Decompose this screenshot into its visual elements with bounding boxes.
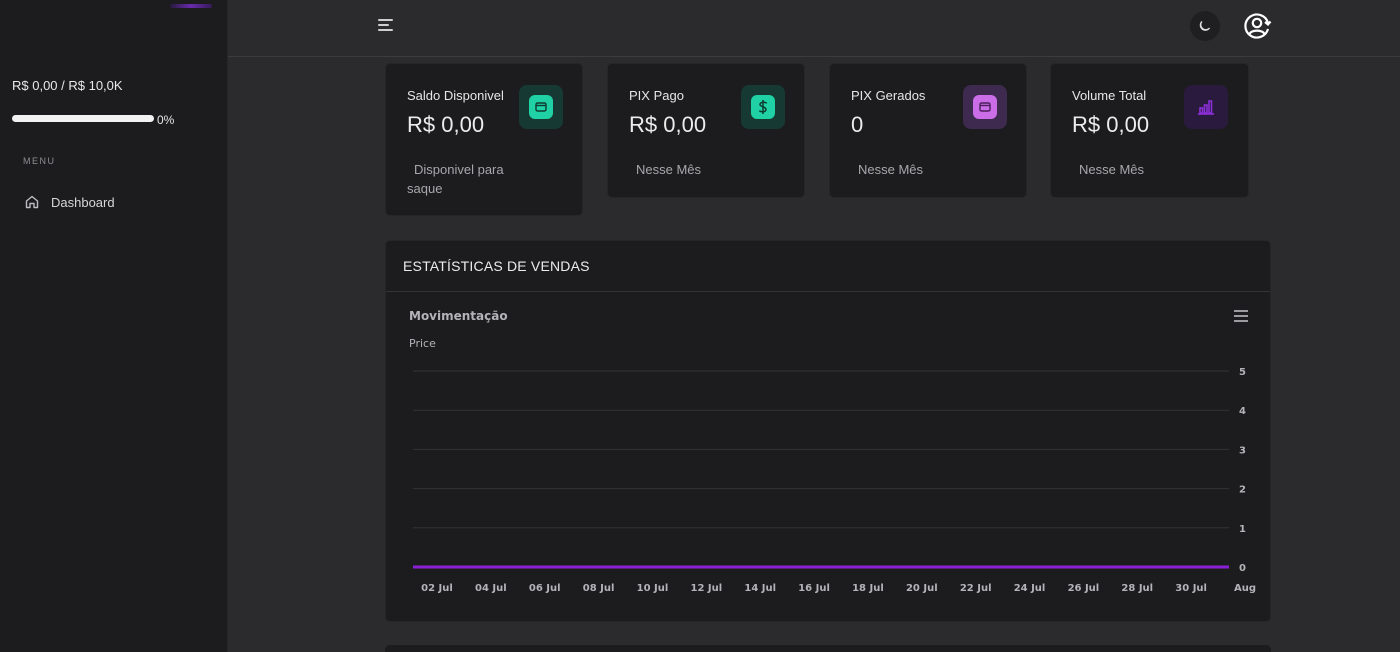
card-saldo-disponivel: Saldo Disponivel R$ 0,00 Disponivel para… [385, 63, 583, 216]
y-tick-label: 2 [1239, 485, 1246, 496]
card-subtitle: Disponivel para saque [407, 162, 504, 196]
menu-section-label: MENU [23, 156, 56, 166]
dollar-icon [751, 95, 775, 119]
user-menu-button[interactable] [1241, 10, 1273, 42]
card-volume-total: Volume Total R$ 0,00 Nesse Mês [1050, 63, 1249, 198]
sales-line-chart: Price 0 1 2 3 4 5 02 Jul 04 Jul 06 Jul 08 Jul 10 Ju… [409, 337, 1256, 594]
card-icon-box [741, 85, 785, 129]
theme-toggle-button[interactable] [1190, 11, 1220, 41]
x-tick-label: 22 Jul [960, 583, 992, 594]
home-icon [25, 195, 39, 209]
card-subtitle: Nesse Mês [636, 162, 702, 177]
card-title: PIX Pago [629, 88, 684, 103]
x-tick-label: 24 Jul [1014, 583, 1046, 594]
limit-progress-percent: 0% [157, 113, 175, 127]
panel-header: ESTATÍSTICAS DE VENDAS [386, 241, 1270, 292]
hamburger-icon[interactable] [378, 16, 396, 34]
card-icon-box [1184, 85, 1228, 129]
x-tick-label: 28 Jul [1121, 583, 1153, 594]
x-tick-label: 30 Jul [1175, 583, 1207, 594]
y-tick-label: 4 [1239, 406, 1246, 417]
x-tick-label: 10 Jul [637, 583, 669, 594]
next-panel [385, 645, 1271, 652]
card-pix-pago: PIX Pago R$ 0,00 Nesse Mês [607, 63, 805, 198]
x-tick-label: 18 Jul [852, 583, 884, 594]
x-tick-label: 26 Jul [1068, 583, 1100, 594]
card-value: 0 [851, 112, 864, 137]
card-icon-box [519, 85, 563, 129]
limit-progress-bar [12, 115, 154, 122]
topbar [228, 0, 1400, 57]
y-tick-label: 0 [1239, 563, 1246, 574]
x-tick-label: 14 Jul [744, 583, 776, 594]
y-axis-label: Price [409, 337, 436, 350]
moon-icon [1199, 21, 1210, 31]
card-pix-gerados: PIX Gerados 0 Nesse Mês [829, 63, 1027, 198]
x-tick-label: 20 Jul [906, 583, 938, 594]
card-subtitle: Nesse Mês [1079, 162, 1145, 177]
y-tick-label: 3 [1239, 445, 1246, 456]
wallet-icon [973, 95, 997, 119]
card-value: R$ 0,00 [629, 112, 707, 137]
logo-mark [170, 4, 212, 8]
x-tick-label: 12 Jul [690, 583, 722, 594]
sidebar-item-dashboard[interactable]: Dashboard [24, 191, 115, 213]
x-tick-label: 16 Jul [798, 583, 830, 594]
card-title: Saldo Disponivel [407, 88, 504, 103]
chart-menu-icon[interactable] [1234, 310, 1248, 322]
y-tick-label: 1 [1239, 524, 1246, 535]
sidebar-item-label: Dashboard [51, 194, 115, 210]
chart-title: Movimentação [409, 309, 508, 323]
card-subtitle: Nesse Mês [858, 162, 924, 177]
sales-statistics-panel: ESTATÍSTICAS DE VENDAS Movimentação Pric… [385, 240, 1271, 622]
y-tick-label: 5 [1239, 367, 1246, 378]
x-tick-label: 06 Jul [529, 583, 561, 594]
x-tick-label: 02 Jul [421, 583, 453, 594]
wallet-icon [529, 95, 553, 119]
logo[interactable] [0, 0, 228, 40]
card-icon-box [963, 85, 1007, 129]
sidebar: R$ 0,00 / R$ 10,0K 0% MENU Dashboard [0, 0, 228, 652]
bar-chart-icon [1194, 95, 1218, 119]
card-value: R$ 0,00 [1072, 112, 1150, 137]
card-title: PIX Gerados [851, 88, 926, 103]
card-value: R$ 0,00 [407, 112, 485, 137]
user-circle-icon [1244, 13, 1272, 39]
x-tick-label: Aug [1234, 583, 1256, 594]
x-tick-label: 04 Jul [475, 583, 507, 594]
panel-title: ESTATÍSTICAS DE VENDAS [403, 258, 590, 274]
x-tick-label: 08 Jul [583, 583, 615, 594]
card-title: Volume Total [1072, 88, 1147, 103]
balance-limit-text: R$ 0,00 / R$ 10,0K [12, 78, 123, 93]
